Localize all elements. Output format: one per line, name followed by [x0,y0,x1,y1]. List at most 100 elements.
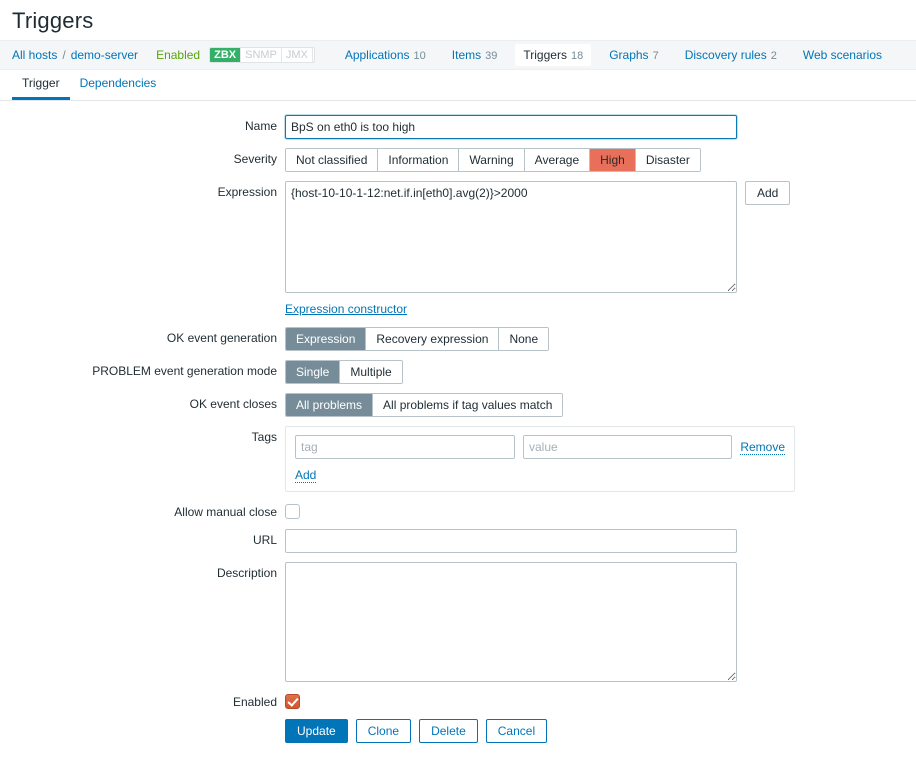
description-label: Description [0,562,285,581]
name-field-wrap [285,115,737,139]
problem-event-generation-mode-label: PROBLEM event generation mode [0,360,285,379]
url-input[interactable] [285,529,737,553]
severity-field-wrap: Not classified Information Warning Avera… [285,148,701,172]
nav-item-count: 2 [771,50,777,62]
nav-item-label: Web scenarios [803,48,882,62]
nav-item-label: Applications [345,48,410,62]
ok-event-closes-option-all-problems[interactable]: All problems [286,394,373,416]
breadcrumb: All hosts / demo-server Enabled ZBX SNMP… [0,40,916,70]
severity-option-information[interactable]: Information [378,149,459,171]
tag-add-link[interactable]: Add [295,468,316,483]
availability-badge-snmp[interactable]: SNMP [241,48,282,62]
row-problem-event-generation-mode: PROBLEM event generation mode Single Mul… [0,360,916,384]
description-textarea[interactable] [285,562,737,682]
ok-event-generation-option-recovery-expression[interactable]: Recovery expression [366,328,499,350]
tab-trigger[interactable]: Trigger [12,70,70,100]
severity-option-warning[interactable]: Warning [459,149,524,171]
ok-event-closes-option-all-problems-tag-match[interactable]: All problems if tag values match [373,394,562,416]
availability-badge-zbx[interactable]: ZBX [210,48,241,62]
expression-textarea[interactable] [285,181,737,293]
nav-item-label: Graphs [609,48,648,62]
breadcrumb-all-hosts[interactable]: All hosts [12,48,57,62]
ok-event-generation-option-expression[interactable]: Expression [286,328,366,350]
severity-option-not-classified[interactable]: Not classified [286,149,378,171]
name-input[interactable] [285,115,737,139]
description-field-wrap [285,562,737,682]
row-ok-event-generation: OK event generation Expression Recovery … [0,327,916,351]
availability-badge-jmx[interactable]: JMX [282,48,313,62]
tag-remove-link[interactable]: Remove [740,440,785,455]
tags-add-wrap: Add [295,468,785,482]
name-label: Name [0,115,285,134]
expression-constructor-link[interactable]: Expression constructor [285,302,407,316]
row-severity: Severity Not classified Information Warn… [0,148,916,172]
host-status-enabled[interactable]: Enabled [156,48,200,62]
update-button[interactable]: Update [285,719,348,743]
row-tags: Tags Remove Add [0,426,916,492]
breadcrumb-host[interactable]: demo-server [71,48,138,62]
availability-badge-ipmi[interactable]: IPMI [313,48,315,62]
ok-event-generation-label: OK event generation [0,327,285,346]
ok-event-closes-field-wrap: All problems All problems if tag values … [285,393,563,417]
nav-item-web-scenarios[interactable]: Web scenarios [795,44,894,66]
tag-name-input[interactable] [295,435,515,459]
delete-button[interactable]: Delete [419,719,478,743]
row-ok-event-closes: OK event closes All problems All problem… [0,393,916,417]
page-title: Triggers [12,8,904,34]
tag-value-input[interactable] [523,435,732,459]
allow-manual-close-label: Allow manual close [0,501,285,520]
row-allow-manual-close: Allow manual close [0,501,916,520]
row-enabled: Enabled [0,691,916,710]
expression-constructor-spacer [0,302,285,306]
tab-dependencies[interactable]: Dependencies [70,70,167,100]
problem-event-generation-mode-segmented-control: Single Multiple [285,360,403,384]
breadcrumb-separator: / [62,48,65,62]
severity-label: Severity [0,148,285,167]
allow-manual-close-checkbox[interactable] [285,504,300,519]
ok-event-closes-segmented-control: All problems All problems if tag values … [285,393,563,417]
problem-event-generation-mode-field-wrap: Single Multiple [285,360,403,384]
expression-constructor-wrap: Expression constructor [285,302,407,316]
enabled-label: Enabled [0,691,285,710]
row-name: Name [0,115,916,139]
ok-event-closes-label: OK event closes [0,393,285,412]
page-title-bar: Triggers [0,0,916,40]
nav-item-triggers[interactable]: Triggers 18 [515,44,591,66]
problem-event-generation-mode-option-single[interactable]: Single [286,361,340,383]
nav-item-count: 10 [414,50,426,62]
severity-option-average[interactable]: Average [525,149,590,171]
severity-option-high[interactable]: High [590,149,636,171]
cancel-button[interactable]: Cancel [486,719,547,743]
tab-bar: Trigger Dependencies [0,70,916,101]
url-field-wrap [285,529,737,553]
host-nav: Applications 10 Items 39 Triggers 18 Gra… [337,44,904,66]
ok-event-generation-option-none[interactable]: None [499,328,548,350]
nav-item-label: Discovery rules [685,48,767,62]
tags-row: Remove [295,435,785,459]
nav-item-count: 18 [571,50,583,62]
allow-manual-close-field-wrap [285,501,300,519]
nav-item-items[interactable]: Items 39 [444,44,506,66]
url-label: URL [0,529,285,548]
nav-item-label: Items [452,48,481,62]
clone-button[interactable]: Clone [356,719,411,743]
expression-field-wrap: Add [285,181,790,293]
severity-segmented-control: Not classified Information Warning Avera… [285,148,701,172]
nav-item-discovery-rules[interactable]: Discovery rules 2 [677,44,785,66]
footer-buttons: Update Clone Delete Cancel [285,719,547,743]
severity-option-disaster[interactable]: Disaster [636,149,700,171]
enabled-checkbox[interactable] [285,694,300,709]
expression-add-button[interactable]: Add [745,181,790,205]
nav-item-applications[interactable]: Applications 10 [337,44,434,66]
row-url: URL [0,529,916,553]
trigger-form: Name Severity Not classified Information… [0,101,916,743]
nav-item-count: 39 [485,50,497,62]
nav-item-count: 7 [653,50,659,62]
problem-event-generation-mode-option-multiple[interactable]: Multiple [340,361,401,383]
enabled-field-wrap [285,691,300,709]
nav-item-graphs[interactable]: Graphs 7 [601,44,666,66]
tags-field-wrap: Remove Add [285,426,795,492]
tags-container: Remove Add [285,426,795,492]
row-expression-constructor: Expression constructor [0,302,916,316]
nav-item-label: Triggers [523,48,567,62]
